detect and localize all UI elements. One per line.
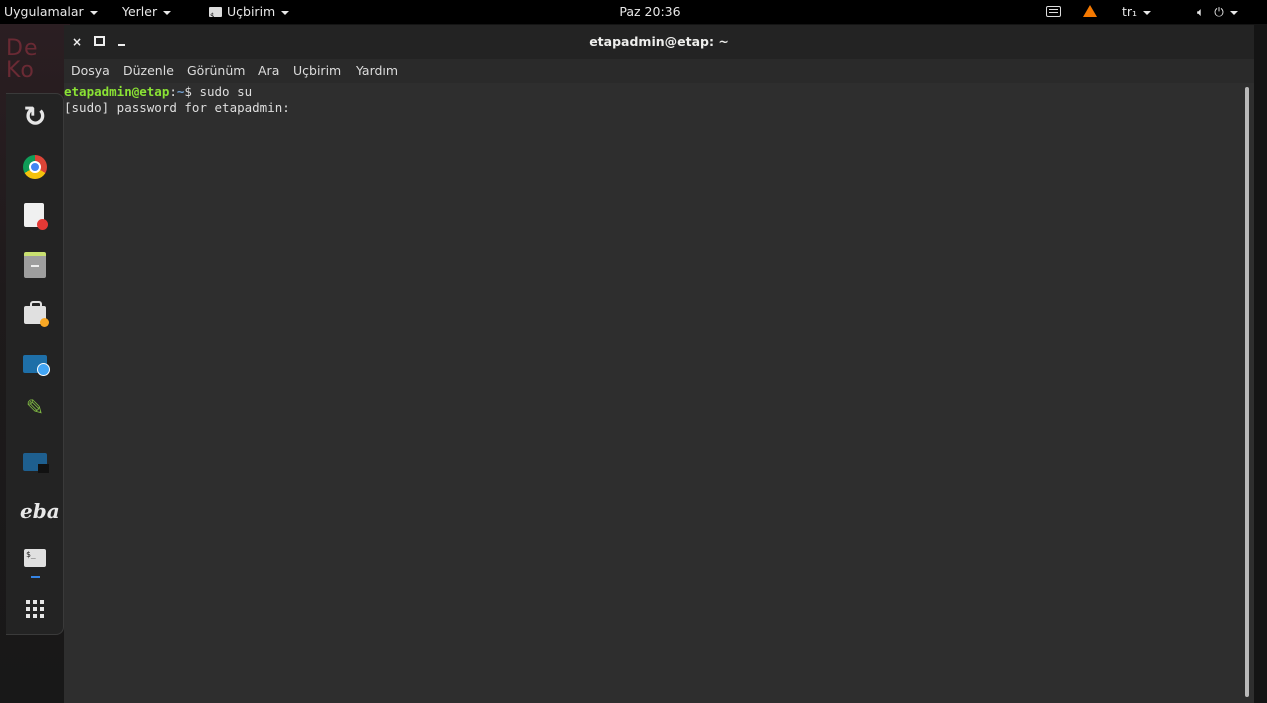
prompt-separator: : bbox=[169, 84, 177, 99]
menu-duzenle[interactable]: Düzenle bbox=[123, 59, 174, 83]
clock[interactable]: Paz 20:36 bbox=[600, 0, 700, 24]
keyboard-layout-menu[interactable]: tr₁ bbox=[1122, 0, 1152, 24]
terminal-command-line: etapadmin@etap:~$ sudo su bbox=[64, 84, 252, 100]
top-panel: Uygulamalar Yerler Uçbirim Paz 20:36 tr₁… bbox=[0, 0, 1267, 28]
screen-record-launcher[interactable] bbox=[20, 446, 50, 476]
running-indicator bbox=[31, 576, 40, 578]
terminal-command: sudo su bbox=[199, 84, 253, 99]
prompt-user: etapadmin@etap bbox=[64, 84, 170, 99]
terminal-output-line: [sudo] password for etapadmin: bbox=[64, 100, 290, 115]
menubar: Dosya Düzenle Görünüm Ara Uçbirim Yardım bbox=[64, 59, 1254, 83]
screen-record-icon bbox=[23, 453, 49, 473]
menu-yardim[interactable]: Yardım bbox=[356, 59, 398, 83]
terminal-icon bbox=[24, 549, 46, 567]
system-menu[interactable]: 🔈︎ ⏻ bbox=[1197, 0, 1238, 24]
app-grid-button[interactable] bbox=[20, 594, 50, 624]
document-viewer-icon bbox=[24, 203, 48, 230]
app-menu-label: Uçbirim bbox=[227, 4, 276, 19]
chrome-launcher[interactable] bbox=[20, 152, 50, 182]
chevron-down-icon bbox=[1143, 10, 1152, 15]
desktop: De Ko Uygulamalar Yerler Uçbirim Paz 20:… bbox=[0, 0, 1267, 703]
software-center-launcher[interactable] bbox=[20, 298, 50, 328]
app-grid-icon bbox=[20, 594, 50, 624]
refresh-icon[interactable]: ↻ bbox=[20, 102, 50, 132]
screenshot-launcher[interactable] bbox=[20, 348, 50, 378]
chevron-down-icon bbox=[1229, 10, 1238, 15]
document-viewer-launcher[interactable] bbox=[20, 200, 50, 230]
applications-menu[interactable]: Uygulamalar bbox=[4, 0, 98, 24]
places-menu[interactable]: Yerler bbox=[122, 0, 172, 24]
chrome-icon bbox=[23, 155, 47, 179]
file-manager-icon bbox=[24, 252, 46, 278]
terminal-window: × etapadmin@etap: ~ Dosya Düzenle Görünü… bbox=[64, 25, 1254, 703]
power-icon: ⏻ bbox=[1214, 5, 1224, 19]
eba-icon[interactable]: eba bbox=[20, 496, 60, 526]
keyboard-layout-label: tr₁ bbox=[1122, 4, 1138, 19]
wallpaper-text: De Ko bbox=[6, 36, 39, 83]
prompt-suffix: $ bbox=[184, 84, 200, 99]
menu-ara[interactable]: Ara bbox=[258, 59, 279, 83]
menu-ucbirim[interactable]: Uçbirim bbox=[293, 59, 341, 83]
terminal-icon bbox=[209, 4, 222, 28]
menu-gorunum[interactable]: Görünüm bbox=[187, 59, 245, 83]
screenshot-icon bbox=[23, 355, 50, 376]
keyboard-icon bbox=[1046, 6, 1061, 17]
applications-label: Uygulamalar bbox=[4, 4, 84, 19]
warning-indicator[interactable] bbox=[1083, 0, 1097, 24]
pencil-icon[interactable]: ✎ bbox=[20, 394, 50, 424]
window-titlebar[interactable]: × etapadmin@etap: ~ bbox=[64, 25, 1254, 60]
terminal-area[interactable]: etapadmin@etap:~$ sudo su [sudo] passwor… bbox=[64, 83, 1254, 703]
menu-dosya[interactable]: Dosya bbox=[71, 59, 110, 83]
file-manager-launcher[interactable] bbox=[20, 248, 50, 278]
software-center-icon bbox=[24, 301, 49, 327]
volume-icon: 🔈︎ bbox=[1197, 5, 1205, 19]
terminal-scrollbar[interactable] bbox=[1245, 87, 1249, 697]
chevron-down-icon bbox=[89, 10, 98, 15]
on-screen-keyboard-button[interactable] bbox=[1046, 0, 1061, 24]
chevron-down-icon bbox=[281, 10, 290, 15]
terminal-launcher[interactable] bbox=[20, 542, 50, 578]
warning-icon bbox=[1083, 5, 1097, 17]
dock: ↻ ✎ eba bbox=[6, 93, 64, 635]
clock-label: Paz 20:36 bbox=[619, 4, 681, 19]
chevron-down-icon bbox=[163, 10, 172, 15]
places-label: Yerler bbox=[122, 4, 158, 19]
window-title: etapadmin@etap: ~ bbox=[589, 34, 729, 49]
app-menu[interactable]: Uçbirim bbox=[209, 0, 290, 28]
